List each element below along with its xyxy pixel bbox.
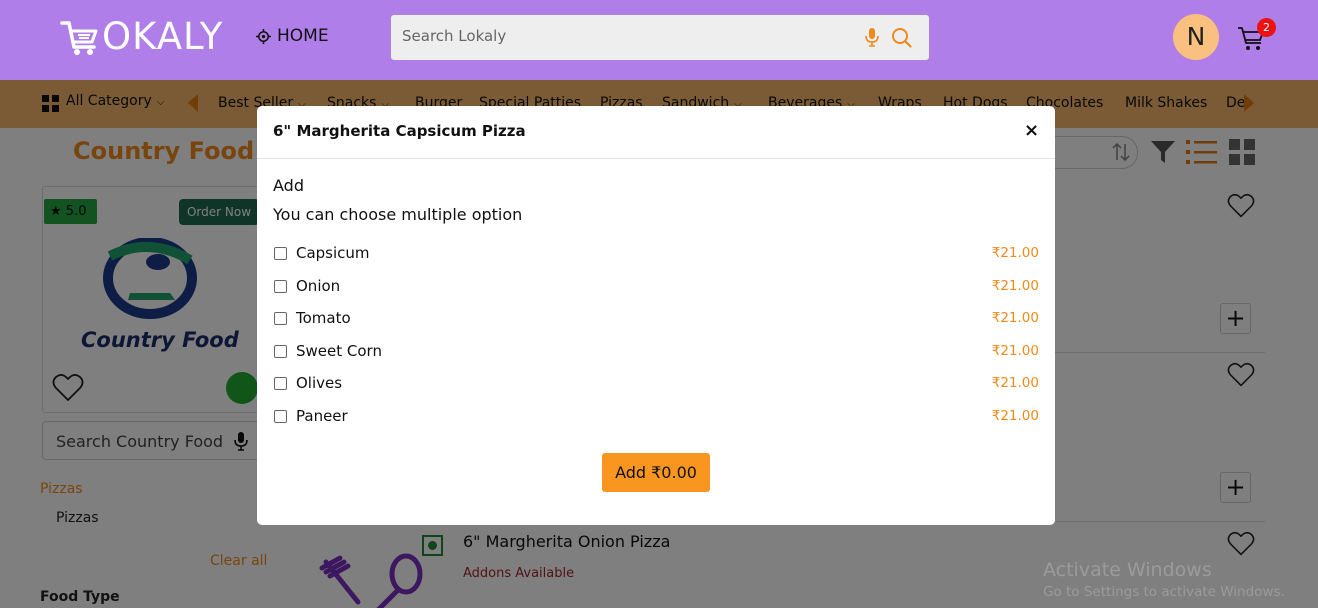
checkbox[interactable] (274, 345, 287, 358)
addon-option-label: Paneer (296, 407, 348, 425)
addon-option-olives[interactable]: Olives ₹21.00 (273, 374, 1039, 394)
addon-option-capsicum[interactable]: Capsicum ₹21.00 (273, 244, 1039, 264)
addon-option-price: ₹21.00 (991, 245, 1039, 261)
addon-option-price: ₹21.00 (991, 310, 1039, 326)
header-backdrop (0, 0, 1318, 80)
addon-option-price: ₹21.00 (991, 408, 1039, 424)
addon-option-paneer[interactable]: Paneer ₹21.00 (273, 407, 1039, 427)
checkbox[interactable] (274, 377, 287, 390)
close-button[interactable]: × (1024, 120, 1039, 141)
addon-hint: You can choose multiple option (273, 205, 523, 224)
modal-title: 6" Margherita Capsicum Pizza (273, 122, 526, 140)
checkbox[interactable] (274, 312, 287, 325)
addon-option-price: ₹21.00 (991, 278, 1039, 294)
addon-modal: 6" Margherita Capsicum Pizza × Add You c… (257, 106, 1055, 525)
addon-option-label: Capsicum (296, 244, 370, 262)
activate-windows-title: Activate Windows (1043, 559, 1212, 581)
addon-option-price: ₹21.00 (991, 375, 1039, 391)
checkbox[interactable] (274, 280, 287, 293)
addon-group-label: Add (273, 176, 304, 195)
addon-option-sweet-corn[interactable]: Sweet Corn ₹21.00 (273, 342, 1039, 362)
add-to-cart-button[interactable]: Add ₹0.00 (602, 453, 710, 492)
addon-option-onion[interactable]: Onion ₹21.00 (273, 277, 1039, 297)
activate-windows-subtitle: Go to Settings to activate Windows. (1043, 584, 1285, 600)
addon-option-label: Tomato (296, 309, 351, 327)
addon-option-label: Olives (296, 374, 343, 392)
addon-option-label: Sweet Corn (296, 342, 382, 360)
checkbox[interactable] (274, 247, 287, 260)
modal-divider (257, 158, 1055, 159)
addon-option-label: Onion (296, 277, 341, 295)
checkbox[interactable] (274, 410, 287, 423)
addon-option-tomato[interactable]: Tomato ₹21.00 (273, 309, 1039, 329)
addon-option-price: ₹21.00 (991, 343, 1039, 359)
